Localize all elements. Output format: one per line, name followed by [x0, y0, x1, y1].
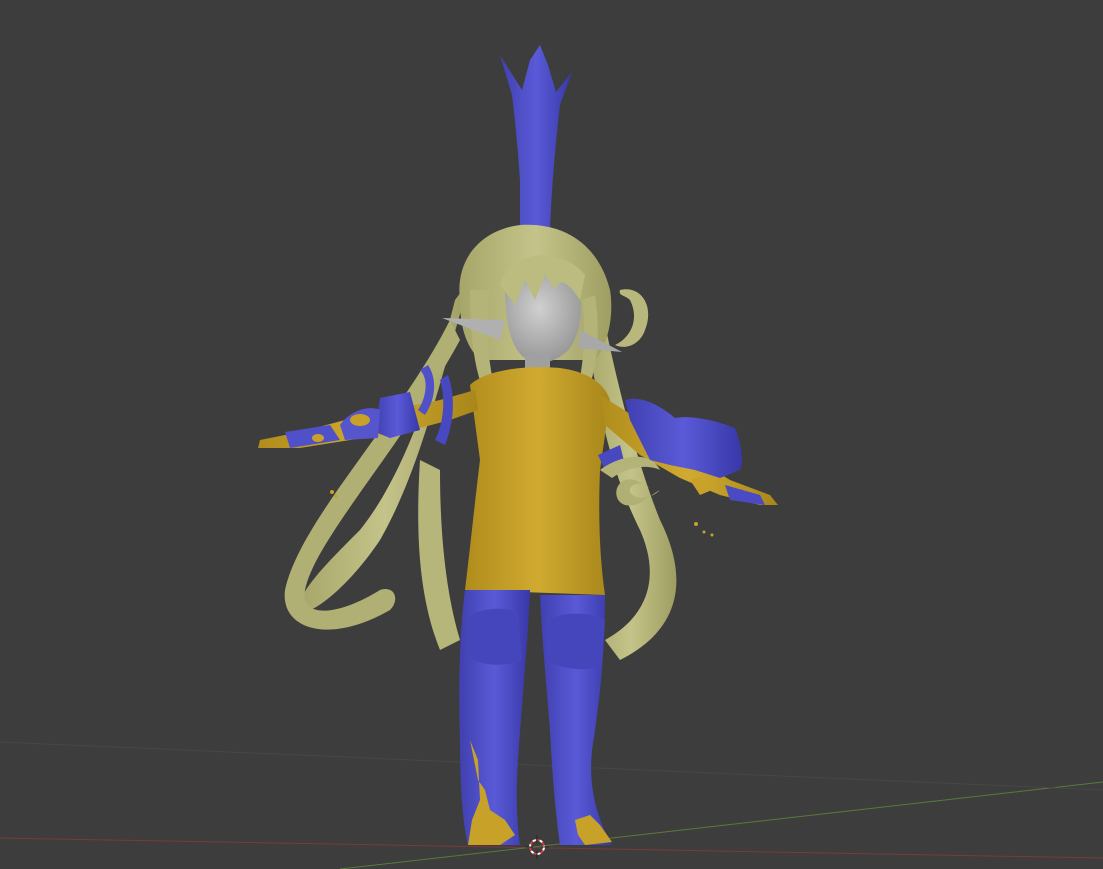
x-axis-line — [0, 837, 1103, 859]
3d-viewport[interactable] — [0, 0, 1103, 869]
viewport-canvas[interactable] — [0, 0, 1103, 869]
torso — [465, 367, 610, 595]
character-model[interactable] — [258, 45, 778, 845]
crown — [500, 45, 572, 230]
floor-grid — [0, 741, 1103, 869]
left-boot — [459, 590, 530, 845]
right-boot — [540, 595, 612, 845]
left-gauntlet — [285, 365, 453, 448]
